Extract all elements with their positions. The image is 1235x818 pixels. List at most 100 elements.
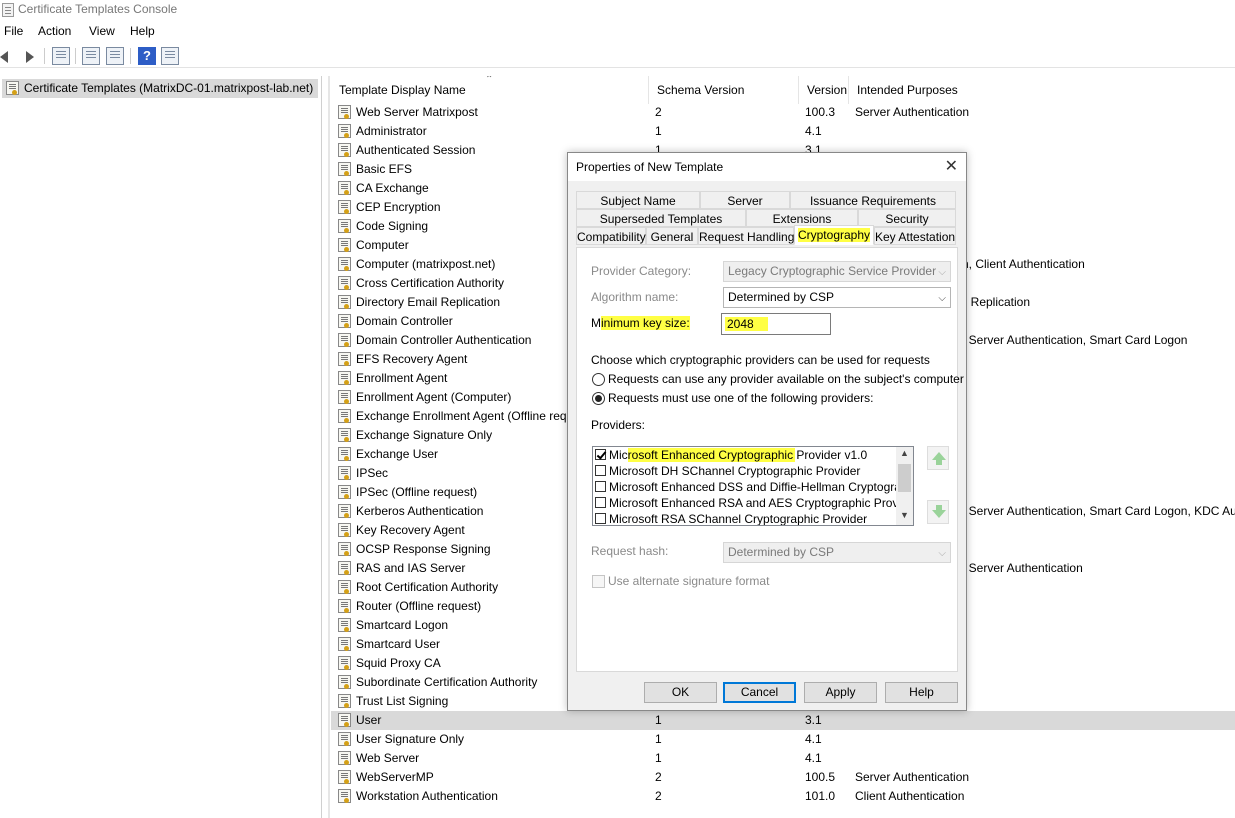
show-hide-console-tree-icon[interactable]: [52, 47, 70, 65]
tab-issuance-requirements[interactable]: Issuance Requirements: [790, 191, 956, 209]
help-button[interactable]: Help: [885, 682, 958, 703]
toolbar: ?: [0, 44, 1235, 68]
cell-display-name: OCSP Response Signing: [356, 542, 491, 556]
show-action-pane-icon[interactable]: [161, 47, 179, 65]
provider-list-item[interactable]: Microsoft Enhanced DSS and Diffie-Hellma…: [594, 479, 913, 495]
table-row[interactable]: Administrator 1 4.1: [331, 122, 1235, 141]
certificate-icon: [338, 447, 351, 461]
window-title: Certificate Templates Console: [18, 2, 178, 16]
providers-label: Providers:: [591, 418, 646, 432]
cell-intended-purposes: Server Authentication: [855, 105, 970, 119]
move-up-arrow-stem: [936, 459, 942, 465]
cell-display-name: CA Exchange: [356, 181, 429, 195]
column-header-display-name[interactable]: Template Display Name ⌃: [331, 76, 649, 104]
dialog-titlebar: Properties of New Template ✕: [568, 153, 966, 181]
pane-splitter[interactable]: [328, 76, 330, 818]
console-app-icon: [2, 3, 14, 17]
cell-display-name: User: [356, 713, 382, 727]
tab-server[interactable]: Server: [700, 191, 790, 209]
providers-list[interactable]: Microsoft Enhanced Cryptographic Provide…: [592, 446, 914, 526]
table-row[interactable]: WebServerMP 2 100.5 Server Authentication: [331, 768, 1235, 787]
cell-schema-version: 2: [655, 770, 662, 784]
provider-list-item[interactable]: Microsoft DH SChannel Cryptographic Prov…: [594, 463, 860, 479]
provider-list-item[interactable]: Microsoft Enhanced Cryptographic Provide…: [594, 447, 868, 463]
tab-cryptography[interactable]: Cryptography: [794, 225, 874, 245]
scrollbar-thumb[interactable]: [898, 464, 911, 492]
cell-intended-purposes-partial: , Server Authentication, Smart Card Logo…: [962, 504, 1235, 518]
tab-subject-name[interactable]: Subject Name: [576, 191, 700, 209]
tab-compatibility[interactable]: Compatibility: [576, 227, 646, 245]
cell-version: 100.3: [805, 105, 836, 119]
tab-superseded-templates[interactable]: Superseded Templates: [576, 209, 746, 227]
provider-checkbox[interactable]: [595, 481, 606, 492]
certificate-icon: [338, 637, 351, 651]
scroll-down-icon[interactable]: ▼: [900, 510, 909, 520]
radio-any-provider[interactable]: [592, 373, 605, 386]
cell-display-name: Domain Controller Authentication: [356, 333, 532, 347]
cell-display-name: Directory Email Replication: [356, 295, 501, 309]
move-down-arrow-icon[interactable]: [927, 500, 949, 524]
certificate-icon: [338, 238, 351, 252]
tab-cryptography-label: Cryptography: [797, 228, 871, 242]
minimum-key-size-input[interactable]: 2048: [721, 313, 831, 335]
cell-display-name: EFS Recovery Agent: [356, 352, 468, 366]
column-header-schema-version[interactable]: Schema Version: [649, 76, 799, 104]
tree-item-certificate-templates[interactable]: Certificate Templates (MatrixDC-01.matri…: [2, 79, 318, 98]
cell-display-name: Web Server Matrixpost: [356, 105, 478, 119]
cell-display-name: Domain Controller: [356, 314, 453, 328]
cell-display-name: Smartcard Logon: [356, 618, 449, 632]
menu-file[interactable]: File: [4, 24, 23, 38]
cell-display-name: User Signature Only: [356, 732, 465, 746]
table-row[interactable]: User Signature Only 1 4.1: [331, 730, 1235, 749]
export-list-icon[interactable]: [106, 47, 124, 65]
table-row[interactable]: Web Server 1 4.1: [331, 749, 1235, 768]
tab-request-handling[interactable]: Request Handling: [698, 227, 794, 245]
menu-action[interactable]: Action: [38, 24, 71, 38]
menu-view[interactable]: View: [89, 24, 115, 38]
help-icon[interactable]: ?: [138, 47, 156, 65]
table-row[interactable]: User 1 3.1: [331, 711, 1235, 730]
dialog-title: Properties of New Template: [576, 160, 724, 174]
cell-intended-purposes-partial: il Replication: [962, 295, 1031, 309]
certificate-icon: [338, 181, 351, 195]
column-header-intended-purposes[interactable]: Intended Purposes: [849, 76, 1235, 104]
scroll-up-icon[interactable]: ▲: [900, 448, 909, 458]
apply-button[interactable]: Apply: [804, 682, 877, 703]
cell-display-name: Exchange Enrollment Agent (Offline req: [356, 409, 567, 423]
move-down-arrow-head: [932, 510, 946, 518]
table-row[interactable]: Workstation Authentication 2 101.0 Client A…: [331, 787, 1235, 806]
radio-must-use-provider[interactable]: [592, 392, 605, 405]
cell-display-name: Web Server: [356, 751, 420, 765]
providers-scrollbar[interactable]: ▲ ▼: [896, 447, 913, 525]
algorithm-name-select[interactable]: Determined by CSP ⌵: [723, 287, 951, 308]
tab-key-attestation[interactable]: Key Attestation: [874, 227, 956, 245]
move-up-arrow-icon[interactable]: [927, 446, 949, 470]
column-header-version[interactable]: Version: [799, 76, 849, 104]
back-arrow-icon[interactable]: [0, 51, 8, 63]
cell-intended-purposes: Server Authentication: [855, 770, 970, 784]
provider-list-item[interactable]: Microsoft RSA SChannel Cryptographic Pro…: [594, 511, 867, 525]
cell-intended-purposes-partial: , Server Authentication: [962, 561, 1083, 575]
cancel-button[interactable]: Cancel: [723, 682, 796, 703]
forward-arrow-icon[interactable]: [26, 51, 34, 63]
column-header-label: Intended Purposes: [857, 83, 958, 97]
tab-general[interactable]: General: [646, 227, 698, 245]
menu-bar: File Action View Help: [0, 22, 1235, 42]
provider-list-item[interactable]: Microsoft Enhanced RSA and AES Cryptogra…: [594, 495, 913, 511]
certificate-icon: [338, 428, 351, 442]
provider-checkbox[interactable]: [595, 513, 606, 524]
provider-checkbox[interactable]: [595, 449, 606, 460]
menu-help[interactable]: Help: [130, 24, 155, 38]
cell-display-name: Kerberos Authentication: [356, 504, 484, 518]
provider-checkbox[interactable]: [595, 497, 606, 508]
properties-icon[interactable]: [82, 47, 100, 65]
chevron-down-icon: ⌵: [938, 548, 946, 559]
algorithm-name-label: Algorithm name:: [591, 290, 679, 304]
table-row[interactable]: Web Server Matrixpost 2 100.3 Server Authen…: [331, 103, 1235, 122]
request-hash-value: Determined by CSP: [728, 545, 835, 559]
cell-version: 4.1: [805, 124, 822, 138]
ok-button[interactable]: OK: [644, 682, 717, 703]
provider-checkbox[interactable]: [595, 465, 606, 476]
provider-category-select: Legacy Cryptographic Service Provider ⌵: [723, 261, 951, 282]
close-icon[interactable]: ✕: [945, 158, 958, 176]
